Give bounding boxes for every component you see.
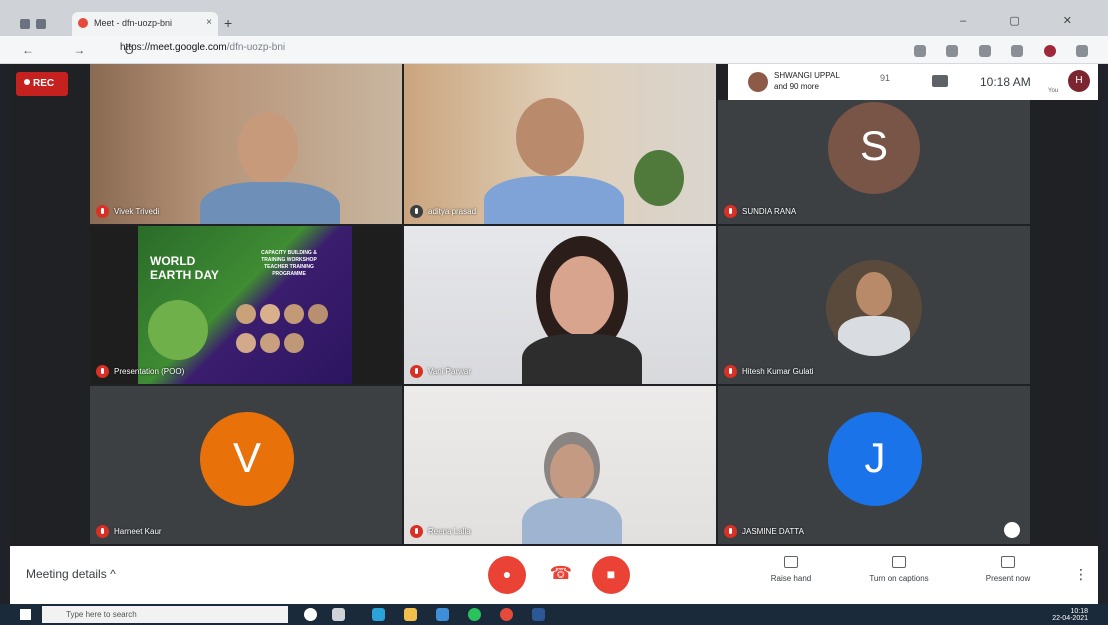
you-label: You	[1048, 88, 1059, 94]
participant-avatar-small	[748, 72, 768, 92]
edge-icon[interactable]	[372, 608, 385, 621]
camera-off-icon: ■	[606, 566, 616, 582]
pin-icon[interactable]	[1004, 522, 1020, 538]
address-bar-row: ← → C https://meet.google.com/dfn-uozp-b…	[0, 36, 1108, 64]
present-now-button[interactable]: Present now	[978, 556, 1038, 583]
camera-toggle-button[interactable]: ■	[592, 556, 630, 594]
tab-title: Meet - dfn-uozp-bni	[94, 18, 173, 28]
mic-off-icon	[96, 525, 109, 538]
url-field[interactable]: https://meet.google.com/dfn-uozp-bni	[120, 42, 285, 53]
self-avatar[interactable]: H	[1068, 70, 1090, 92]
url-scheme: https://	[120, 42, 151, 53]
end-call-button[interactable]: ☎	[542, 556, 580, 594]
chrome-icon[interactable]	[500, 608, 513, 621]
workspace-icon[interactable]	[20, 19, 30, 29]
participant-name: aditya prasad	[410, 205, 476, 218]
tab-list-icon[interactable]	[36, 19, 46, 29]
mic-off-icon	[724, 525, 737, 538]
captions-button[interactable]: Turn on captions	[854, 556, 944, 583]
mic-off-icon	[724, 205, 737, 218]
explorer-icon[interactable]	[404, 608, 417, 621]
reader-icon[interactable]	[913, 44, 926, 57]
mic-toggle-button[interactable]: ●	[488, 556, 526, 594]
mic-off-icon: ●	[502, 566, 512, 582]
tab-actions[interactable]	[20, 16, 60, 29]
browser-tab-bar: Meet - dfn-uozp-bni × + – ▢ ✕	[0, 0, 1108, 36]
favorites-icon[interactable]	[978, 44, 991, 57]
participant-photo	[826, 260, 922, 356]
presentation-tile[interactable]: WORLD EARTH DAY CAPACITY BUILDING & TRAINI…	[90, 226, 402, 384]
participant-tile[interactable]: Vani Parwar	[404, 226, 716, 384]
participant-tile[interactable]: J JASMINE DATTA	[718, 386, 1030, 544]
profile-icon[interactable]	[1043, 44, 1056, 57]
participant-tile[interactable]: V Harneet Kaur	[90, 386, 402, 544]
meet-controls-bar: Meeting details ^ ● ☎ ■ Raise hand Turn …	[10, 546, 1098, 604]
raise-hand-button[interactable]: Raise hand	[768, 556, 814, 583]
tab-close-icon[interactable]: ×	[206, 17, 212, 28]
participant-tile[interactable]: Reena Lalla	[404, 386, 716, 544]
call-end-icon: ☎	[549, 563, 573, 583]
mic-off-icon	[410, 525, 423, 538]
collections-icon[interactable]	[1011, 44, 1024, 57]
chevron-up-icon: ^	[110, 567, 116, 581]
url-host: meet.google.com	[150, 42, 227, 53]
mic-off-icon	[410, 365, 423, 378]
participant-name: Presentation (POO)	[96, 365, 184, 378]
taskbar-search[interactable]: Type here to search	[42, 606, 288, 623]
participant-name: Vivek Trivedi	[96, 205, 159, 218]
store-icon[interactable]	[436, 608, 449, 621]
participant-avatar: J	[828, 412, 922, 506]
mic-off-icon	[96, 205, 109, 218]
participant-tile[interactable]: aditya prasad	[404, 64, 716, 224]
people-icon[interactable]: 91	[880, 73, 890, 83]
window-controls[interactable]: – ▢ ✕	[960, 14, 1092, 27]
task-view-icon[interactable]	[332, 608, 345, 621]
new-tab-button[interactable]: +	[224, 15, 232, 31]
meet-favicon-icon	[78, 18, 88, 28]
url-path: /dfn-uozp-bni	[226, 42, 286, 53]
taskbar: Type here to search 10:18 22-04-2021	[0, 604, 1108, 625]
slide-title: WORLD EARTH DAY	[150, 254, 219, 282]
meeting-info-bar: SHWANGI UPPAL and 90 more 91 10:18 AM H Y…	[728, 64, 1098, 100]
extensions-icon[interactable]	[946, 44, 959, 57]
hand-icon	[784, 556, 798, 568]
slide-subtitle: CAPACITY BUILDING & TRAINING WORKSHOP TEAC…	[261, 250, 317, 277]
browser-tab[interactable]: Meet - dfn-uozp-bni ×	[72, 12, 218, 36]
participant-avatar: S	[828, 102, 920, 194]
cortana-icon[interactable]	[304, 608, 317, 621]
meet-grid: REC Vivek Trivedi aditya prasad S SUNDIA…	[10, 64, 1098, 546]
participant-avatar: V	[200, 412, 294, 506]
word-icon[interactable]	[532, 608, 545, 621]
mic-off-icon	[410, 205, 423, 218]
speaker-photos	[234, 302, 344, 360]
meeting-time: 10:18 AM	[980, 75, 1031, 89]
participant-tile[interactable]: S SUNDIA RANA	[718, 100, 1030, 224]
system-tray-clock[interactable]: 10:18 22-04-2021	[1052, 608, 1088, 622]
earth-graphic	[148, 300, 208, 360]
participant-name: Hitesh Kumar Gulati	[724, 365, 814, 378]
participants-summary: SHWANGI UPPAL and 90 more	[774, 71, 840, 91]
recording-badge: REC	[16, 72, 68, 96]
rec-label: REC	[33, 78, 55, 89]
settings-more-icon[interactable]	[1076, 44, 1088, 57]
participant-tile[interactable]: Hitesh Kumar Gulati	[718, 226, 1030, 384]
participant-name: JASMINE DATTA	[724, 525, 804, 538]
presentation-slide: WORLD EARTH DAY CAPACITY BUILDING & TRAINI…	[138, 226, 352, 384]
spotify-icon[interactable]	[468, 608, 481, 621]
record-dot-icon	[24, 79, 30, 85]
browser-toolbar-icons	[898, 42, 1088, 60]
chat-icon[interactable]	[932, 75, 948, 87]
participant-tile[interactable]: Vivek Trivedi	[90, 64, 402, 224]
captions-icon	[892, 556, 906, 568]
meeting-details-button[interactable]: Meeting details ^	[26, 567, 116, 581]
mic-off-icon	[96, 365, 109, 378]
present-icon	[1001, 556, 1015, 568]
participant-name: Vani Parwar	[410, 365, 471, 378]
participant-name: Reena Lalla	[410, 525, 471, 538]
mic-off-icon	[724, 365, 737, 378]
participant-name: Harneet Kaur	[96, 525, 162, 538]
windows-start-icon[interactable]	[20, 609, 31, 620]
more-options-icon[interactable]: ⋮	[1074, 566, 1088, 583]
participant-name: SUNDIA RANA	[724, 205, 796, 218]
